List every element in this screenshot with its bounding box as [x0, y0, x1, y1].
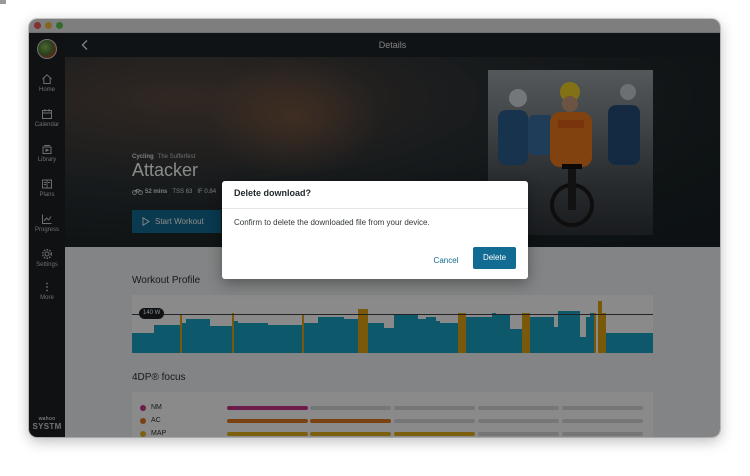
dialog-message: Confirm to delete the downloaded file fr… [234, 218, 430, 227]
dialog-title: Delete download? [234, 188, 312, 198]
cancel-button[interactable]: Cancel [425, 252, 467, 270]
delete-button[interactable]: Delete [473, 247, 516, 269]
app-window: Home Calendar Library Plans Progress Set… [29, 19, 720, 437]
delete-download-dialog: Delete download? Confirm to delete the d… [222, 181, 528, 279]
dialog-divider [222, 208, 528, 209]
corner-mark [0, 0, 6, 4]
